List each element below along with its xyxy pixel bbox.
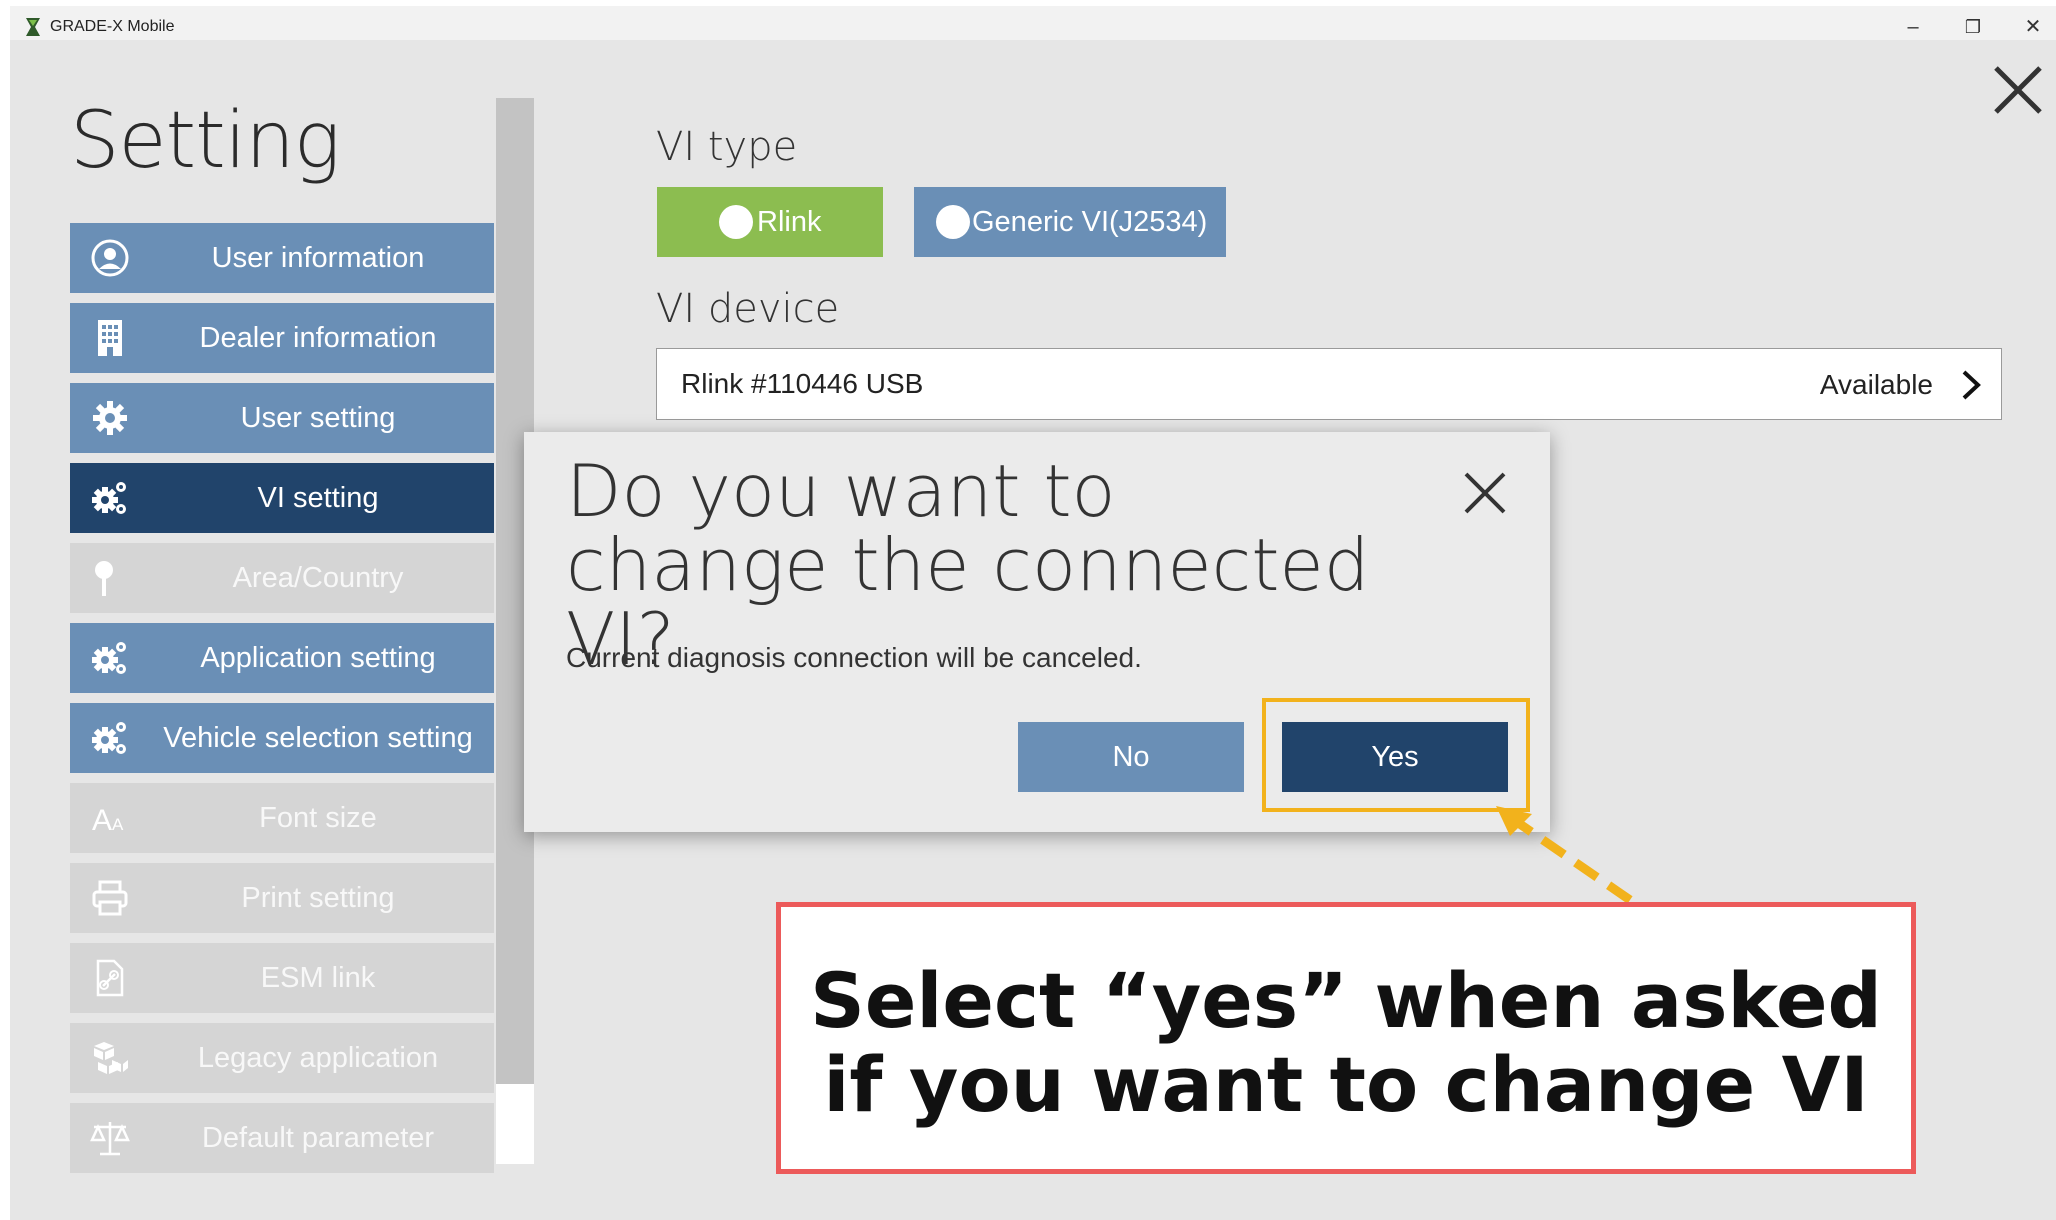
gears-icon	[92, 722, 126, 754]
sidebar-item-label: Default parameter	[201, 1122, 435, 1154]
sidebar-item-print-setting[interactable]: Print setting	[70, 863, 494, 933]
sidebar-item-vehicle-selection-setting[interactable]: Vehicle selection setting	[70, 703, 494, 773]
rlink-option-label: Rlink	[757, 206, 822, 238]
radio-unselected-icon	[936, 205, 970, 239]
sidebar-item-label: Vehicle selection setting	[163, 722, 473, 754]
sidebar-item-label: Legacy application	[197, 1042, 439, 1074]
restore-button[interactable]: ❐	[1950, 12, 1996, 42]
sidebar-item-label: User setting	[240, 402, 396, 434]
instruction-callout: Select “yes” when asked if you want to c…	[776, 902, 1916, 1174]
user-circle-icon	[91, 239, 129, 277]
svg-text:A: A	[92, 804, 112, 837]
printer-icon	[92, 880, 128, 916]
app-title: GRADE-X Mobile	[50, 18, 175, 35]
sidebar-item-default-parameter[interactable]: Default parameter	[70, 1103, 494, 1173]
vi-device-row[interactable]: Rlink #110446 USB Available	[656, 348, 2002, 420]
sidebar-item-application-setting[interactable]: Application setting	[70, 623, 494, 693]
yes-button-highlight	[1262, 698, 1530, 812]
sidebar-item-label: Font size	[259, 802, 377, 834]
no-button[interactable]: No	[1018, 722, 1244, 792]
app-logo-icon	[26, 18, 40, 36]
sidebar-item-legacy-application[interactable]: Legacy application	[70, 1023, 494, 1093]
callout-text: Select “yes” when asked if you want to c…	[810, 956, 1882, 1129]
rlink-option-button[interactable]: Rlink	[657, 187, 883, 257]
sidebar-item-label: Dealer information	[199, 322, 437, 354]
map-pin-icon	[95, 561, 113, 596]
sidebar-item-label: Application setting	[200, 642, 436, 674]
svg-text:A: A	[112, 815, 124, 834]
sidebar-item-font-size[interactable]: A A Font size	[70, 783, 494, 853]
title-bar: GRADE-X Mobile – ❐ ✕	[10, 6, 2056, 40]
sidebar-item-esm-link[interactable]: ESM link	[70, 943, 494, 1013]
dialog-close-icon[interactable]	[1462, 470, 1508, 516]
boxes-icon	[94, 1042, 128, 1074]
close-icon[interactable]	[1990, 62, 2046, 118]
radio-selected-icon	[719, 205, 753, 239]
building-icon	[98, 320, 122, 356]
scale-icon	[90, 1122, 130, 1156]
vi-type-label: VI type	[656, 124, 798, 170]
sidebar-item-dealer-information[interactable]: Dealer information	[70, 303, 494, 373]
dialog-message: Current diagnosis connection will be can…	[566, 642, 1142, 673]
sidebar-item-label: Area/Country	[232, 562, 404, 594]
sidebar-item-label: VI setting	[257, 482, 379, 514]
page-title: Setting	[70, 96, 341, 186]
generic-vi-option-label: Generic VI(J2534)	[972, 206, 1208, 238]
gears-icon	[92, 642, 126, 674]
sidebar-item-user-setting[interactable]: User setting	[70, 383, 494, 453]
sidebar-item-label: ESM link	[260, 962, 376, 994]
window-close-button[interactable]: ✕	[2010, 12, 2056, 42]
device-status: Available	[1819, 369, 1933, 400]
sidebar-scroll-thumb[interactable]	[496, 1084, 534, 1164]
minimize-button[interactable]: –	[1890, 12, 1936, 42]
document-link-icon	[96, 959, 124, 997]
sidebar-item-vi-setting[interactable]: VI setting	[70, 463, 494, 533]
sidebar-item-user-information[interactable]: User information	[70, 223, 494, 293]
vi-device-label: VI device	[656, 286, 840, 332]
device-name: Rlink #110446 USB	[681, 368, 924, 399]
generic-vi-option-button[interactable]: Generic VI(J2534)	[914, 187, 1226, 257]
gears-icon	[92, 482, 126, 514]
sidebar-item-label: Print setting	[241, 882, 395, 914]
sidebar-item-label: User information	[211, 242, 425, 274]
dashed-arrow-icon	[1496, 806, 1633, 904]
font-size-icon: A A	[92, 804, 124, 837]
gear-icon	[93, 401, 127, 435]
chevron-right-icon	[1962, 370, 1981, 400]
sidebar-item-area-country[interactable]: Area/Country	[70, 543, 494, 613]
